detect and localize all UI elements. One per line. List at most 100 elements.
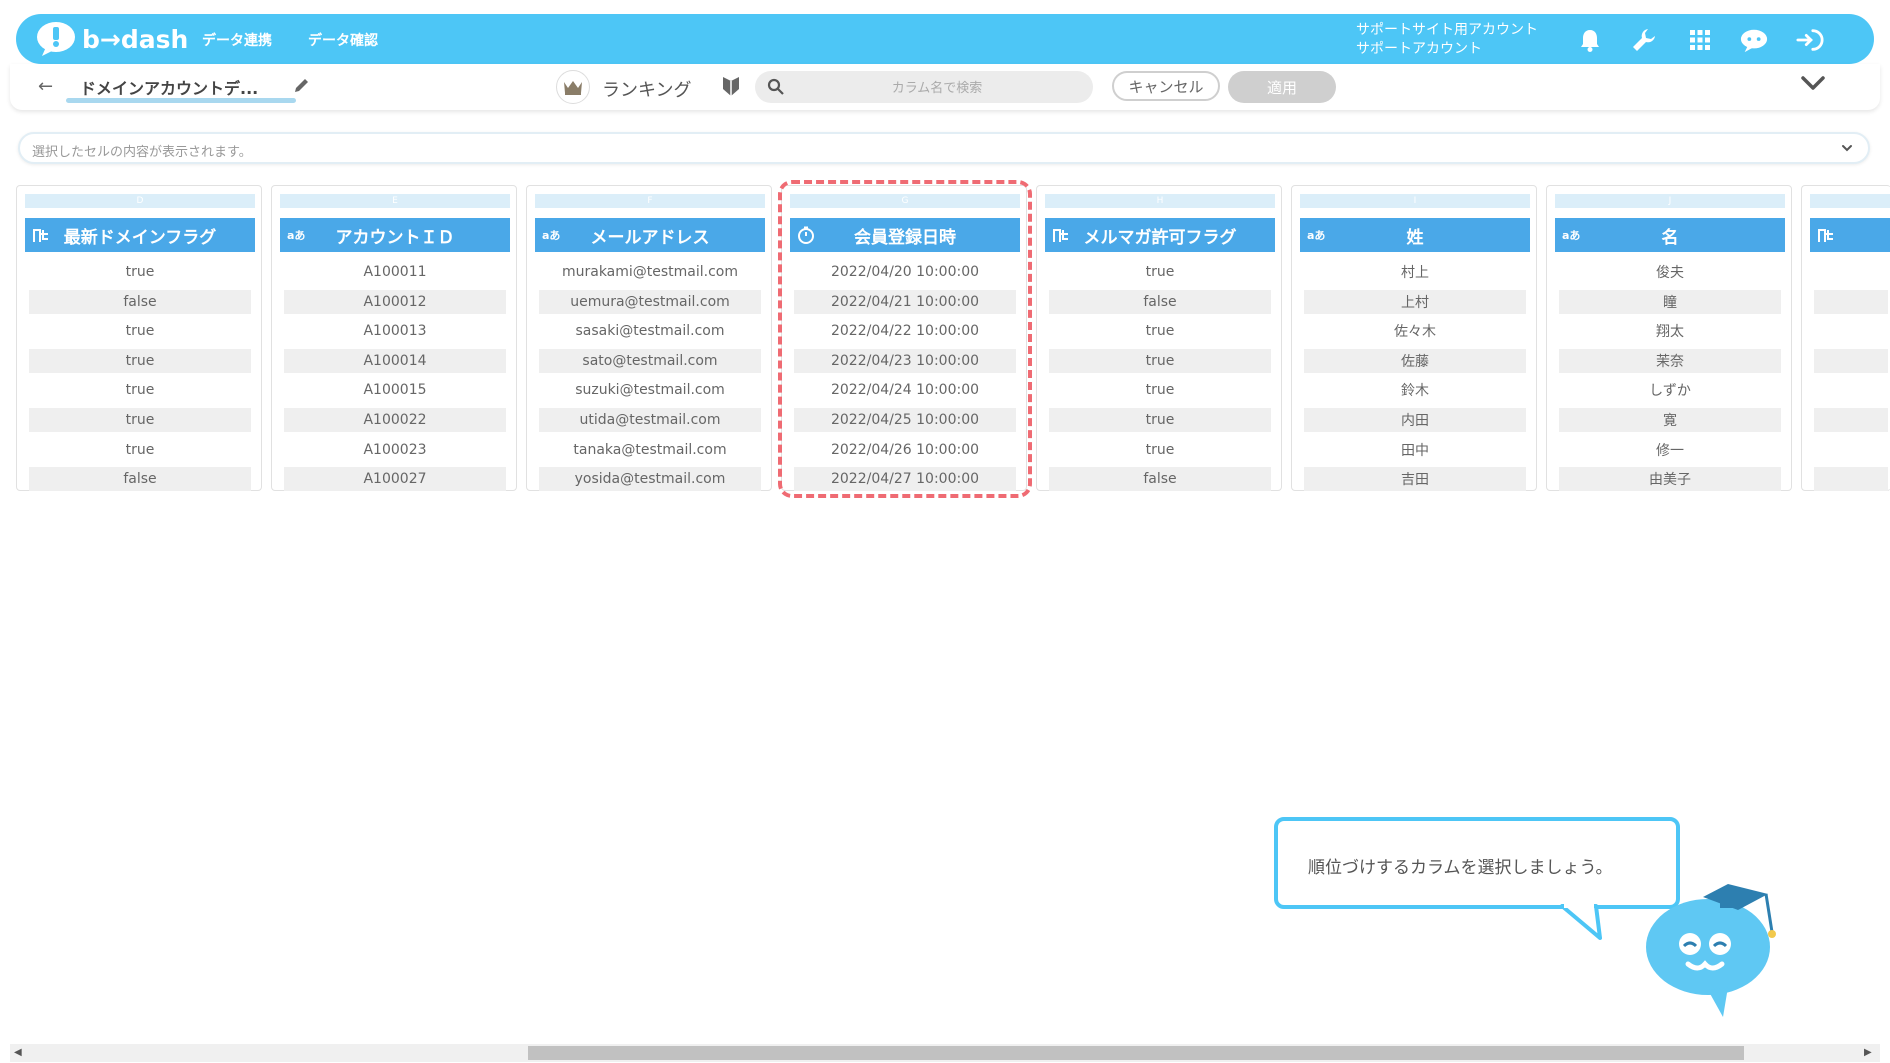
table-cell[interactable] [1814, 378, 1888, 402]
table-cell[interactable]: true [1049, 319, 1271, 343]
bell-icon[interactable] [1576, 26, 1604, 54]
account-info[interactable]: サポートサイト用アカウント サポートアカウント [1356, 21, 1538, 59]
column-header[interactable]: aあ アカウントＩＤ [280, 218, 510, 252]
table-cell[interactable]: 内田 [1304, 408, 1526, 432]
table-cell[interactable]: yosida@testmail.com [539, 467, 761, 492]
table-cell[interactable]: true [1049, 348, 1271, 373]
column-first-name[interactable]: Jaあ 名俊夫瞳翔太 茉奈 しずか寛修一 由美子 [1546, 185, 1792, 492]
cell-content-bar[interactable]: 選択したセルの内容が表示されます。 [18, 132, 1870, 164]
table-cell[interactable]: A100013 [284, 319, 506, 343]
table-cell[interactable]: true [29, 319, 251, 343]
table-cell[interactable] [1814, 289, 1888, 314]
table-cell[interactable] [1814, 467, 1888, 492]
table-cell[interactable]: 田中 [1304, 438, 1526, 462]
table-cell[interactable]: 佐々木 [1304, 319, 1526, 343]
table-cell[interactable]: A100014 [284, 348, 506, 373]
table-cell[interactable]: true [29, 378, 251, 402]
grid-icon[interactable] [1686, 26, 1714, 54]
table-cell[interactable]: true [1049, 438, 1271, 462]
table-cell[interactable]: true [1049, 260, 1271, 284]
column-header[interactable]: aあ 名 [1555, 218, 1785, 252]
apply-button[interactable]: 適用 [1228, 71, 1336, 103]
logout-icon[interactable] [1796, 26, 1824, 54]
table-cell[interactable]: 寛 [1559, 408, 1781, 432]
table-cell[interactable]: しずか [1559, 378, 1781, 402]
table-cell[interactable]: 吉田 [1304, 467, 1526, 492]
table-cell[interactable]: false [29, 289, 251, 314]
table-cell[interactable] [1814, 319, 1888, 343]
column-last-name[interactable]: Iaあ 姓村上 上村 佐々木 佐藤 鈴木 内田 田中 吉田 [1291, 185, 1537, 492]
table-cell[interactable]: 瞳 [1559, 289, 1781, 314]
table-cell[interactable]: true [29, 260, 251, 284]
column-latest-domain-flag[interactable]: D 最新ドメインフラグ true false true true true true true f… [16, 185, 262, 492]
table-cell[interactable]: 俊夫 [1559, 260, 1781, 284]
table-cell[interactable]: suzuki@testmail.com [539, 378, 761, 402]
column-header[interactable]: 会員登録日時 [790, 218, 1020, 252]
table-cell[interactable]: false [1049, 289, 1271, 314]
table-cell[interactable]: A100023 [284, 438, 506, 462]
table-cell[interactable]: 2022/04/26 10:00:00 [794, 438, 1016, 462]
table-cell[interactable]: true [1049, 378, 1271, 402]
table-cell[interactable]: 2022/04/23 10:00:00 [794, 348, 1016, 373]
table-cell[interactable]: uemura@testmail.com [539, 289, 761, 314]
table-cell[interactable]: sato@testmail.com [539, 348, 761, 373]
chevron-down-icon[interactable] [1800, 74, 1826, 96]
table-cell[interactable]: 2022/04/27 10:00:00 [794, 467, 1016, 492]
table-cell[interactable]: A100015 [284, 378, 506, 402]
column-header[interactable]: aあ 姓 [1300, 218, 1530, 252]
table-cell[interactable]: 翔太 [1559, 319, 1781, 343]
scroll-left-arrow-icon[interactable]: ◀ [14, 1047, 22, 1058]
chat-icon[interactable] [1740, 26, 1768, 54]
table-cell[interactable]: A100011 [284, 260, 506, 284]
beginner-mark-icon[interactable] [722, 75, 740, 101]
table-cell[interactable] [1814, 260, 1888, 284]
table-cell[interactable]: true [29, 348, 251, 373]
cancel-button[interactable]: キャンセル [1112, 71, 1220, 101]
table-cell[interactable] [1814, 438, 1888, 462]
table-cell[interactable]: 2022/04/21 10:00:00 [794, 289, 1016, 314]
table-cell[interactable]: sasaki@testmail.com [539, 319, 761, 343]
table-cell[interactable]: true [29, 408, 251, 432]
column-header[interactable] [1810, 218, 1890, 252]
column-registered-at[interactable]: G 会員登録日時 2022/04/20 10:00:00 2022/04/21 10:… [781, 185, 1027, 492]
pencil-icon[interactable] [293, 76, 311, 98]
scroll-right-arrow-icon[interactable]: ▶ [1864, 1047, 1872, 1058]
nav-data-integration[interactable]: データ連携 [202, 30, 272, 50]
table-cell[interactable]: tanaka@testmail.com [539, 438, 761, 462]
bdash-logo[interactable]: b→dash [36, 20, 188, 58]
table-cell[interactable]: 修一 [1559, 438, 1781, 462]
pipeline-title[interactable]: ドメインアカウントデ... [80, 75, 258, 99]
table-cell[interactable] [1814, 348, 1888, 373]
column-header[interactable]: aあ メールアドレス [535, 218, 765, 252]
column-header[interactable]: 最新ドメインフラグ [25, 218, 255, 252]
column-next[interactable] [1801, 185, 1890, 492]
nav-data-check[interactable]: データ確認 [308, 30, 378, 50]
table-cell[interactable]: 2022/04/22 10:00:00 [794, 319, 1016, 343]
table-cell[interactable]: false [29, 467, 251, 492]
table-cell[interactable]: true [1049, 408, 1271, 432]
column-email-address[interactable]: Faあ メールアドレス murakami@testmail.com uemura@te… [526, 185, 772, 492]
table-cell[interactable] [1814, 408, 1888, 432]
chevron-down-icon[interactable] [1840, 140, 1854, 159]
table-cell[interactable]: 鈴木 [1304, 378, 1526, 402]
table-cell[interactable]: 2022/04/20 10:00:00 [794, 260, 1016, 284]
table-cell[interactable]: true [29, 438, 251, 462]
column-mail-opt-in-flag[interactable]: H メルマガ許可フラグ true false true true true true true f… [1036, 185, 1282, 492]
table-cell[interactable]: 佐藤 [1304, 348, 1526, 373]
column-account-id[interactable]: Eaあ アカウントＩＤ A100011 A100012 A100013 A100014 A1… [271, 185, 517, 492]
table-cell[interactable]: A100022 [284, 408, 506, 432]
column-search-input[interactable] [795, 71, 1079, 105]
table-cell[interactable]: utida@testmail.com [539, 408, 761, 432]
table-cell[interactable]: 茉奈 [1559, 348, 1781, 373]
table-cell[interactable]: 2022/04/24 10:00:00 [794, 378, 1016, 402]
table-cell[interactable]: 2022/04/25 10:00:00 [794, 408, 1016, 432]
table-cell[interactable]: false [1049, 467, 1271, 492]
table-cell[interactable]: A100027 [284, 467, 506, 492]
back-arrow-icon[interactable]: ← [38, 76, 53, 97]
table-cell[interactable]: 村上 [1304, 260, 1526, 284]
column-header[interactable]: メルマガ許可フラグ [1045, 218, 1275, 252]
table-cell[interactable]: A100012 [284, 289, 506, 314]
table-cell[interactable]: 上村 [1304, 289, 1526, 314]
wrench-icon[interactable] [1630, 26, 1658, 54]
table-cell[interactable]: 由美子 [1559, 467, 1781, 492]
